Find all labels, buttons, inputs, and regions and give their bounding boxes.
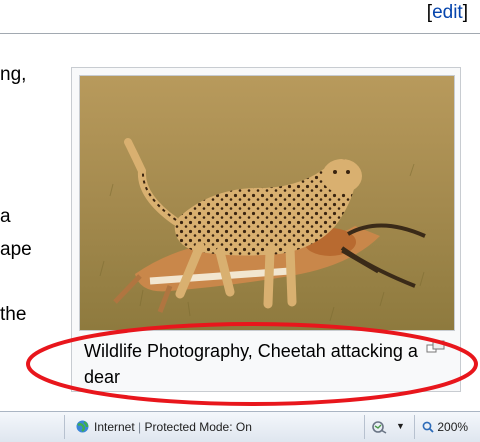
zone-settings-icon[interactable]	[371, 419, 389, 435]
edit-link[interactable]: edit	[432, 2, 463, 23]
edit-bracket-close: ]	[462, 2, 468, 23]
heading-divider	[0, 33, 480, 34]
article-text-line: the	[0, 304, 27, 325]
zoom-level-control[interactable]: 200%	[422, 419, 468, 434]
cheetah-photo[interactable]	[79, 75, 455, 331]
statusbar-divider	[64, 415, 65, 439]
zone-name: Internet	[94, 420, 135, 434]
article-text-line: ng,	[0, 64, 27, 85]
protected-mode-status: Protected Mode: On	[144, 420, 252, 434]
zoom-magnifier-icon	[422, 421, 434, 433]
statusbar-divider	[414, 415, 415, 439]
article-text-line: ape	[0, 239, 32, 260]
globe-icon	[76, 420, 89, 433]
security-zone[interactable]: Internet | Protected Mode: On	[94, 420, 252, 434]
chevron-down-icon[interactable]: ▼	[396, 421, 405, 431]
magnify-clip-icon[interactable]	[426, 339, 446, 355]
figure-caption: Wildlife Photography, Cheetah attacking …	[84, 341, 418, 387]
article-text-line: a	[0, 206, 11, 227]
figure-thumbnail: Wildlife Photography, Cheetah attacking …	[71, 67, 461, 392]
statusbar-divider	[364, 415, 365, 439]
browser-statusbar: Internet | Protected Mode: On ▼ 200%	[0, 411, 480, 442]
zone-separator: |	[138, 420, 142, 434]
zoom-value: 200%	[437, 419, 469, 434]
section-edit: [edit]	[427, 2, 468, 24]
